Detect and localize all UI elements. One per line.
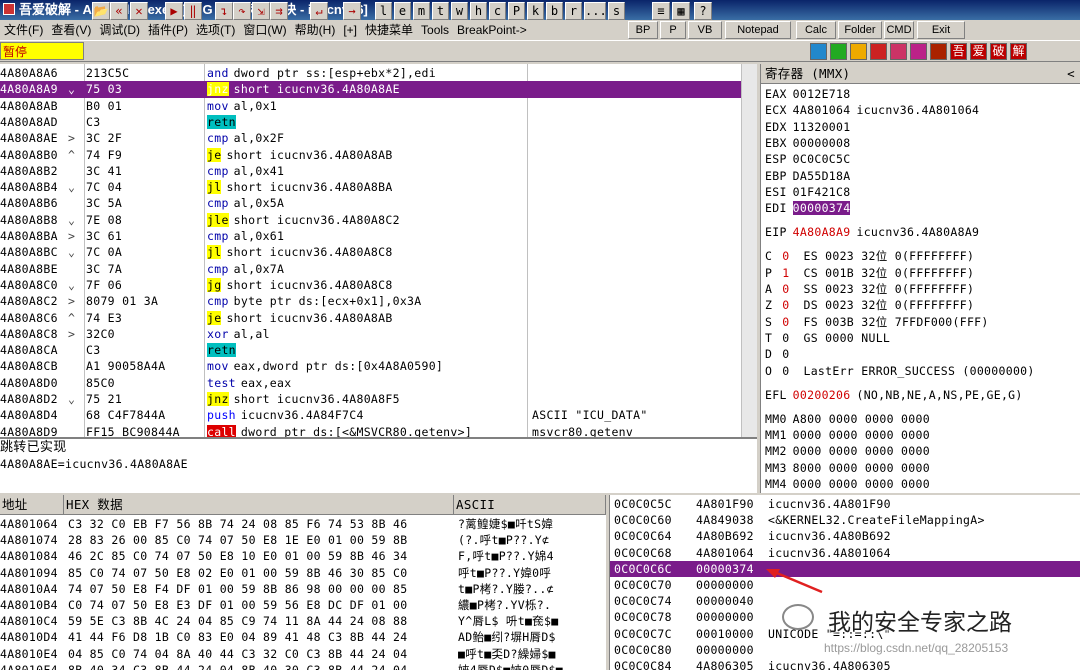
watermark-text: 我的安全专家之路 <box>828 609 1012 635</box>
annotation-overlay <box>766 569 823 594</box>
annotation-arrow <box>771 569 823 594</box>
watermark-url: https://blog.csdn.net/qq_28205153 <box>824 641 1009 655</box>
wechat-icon <box>782 604 814 630</box>
